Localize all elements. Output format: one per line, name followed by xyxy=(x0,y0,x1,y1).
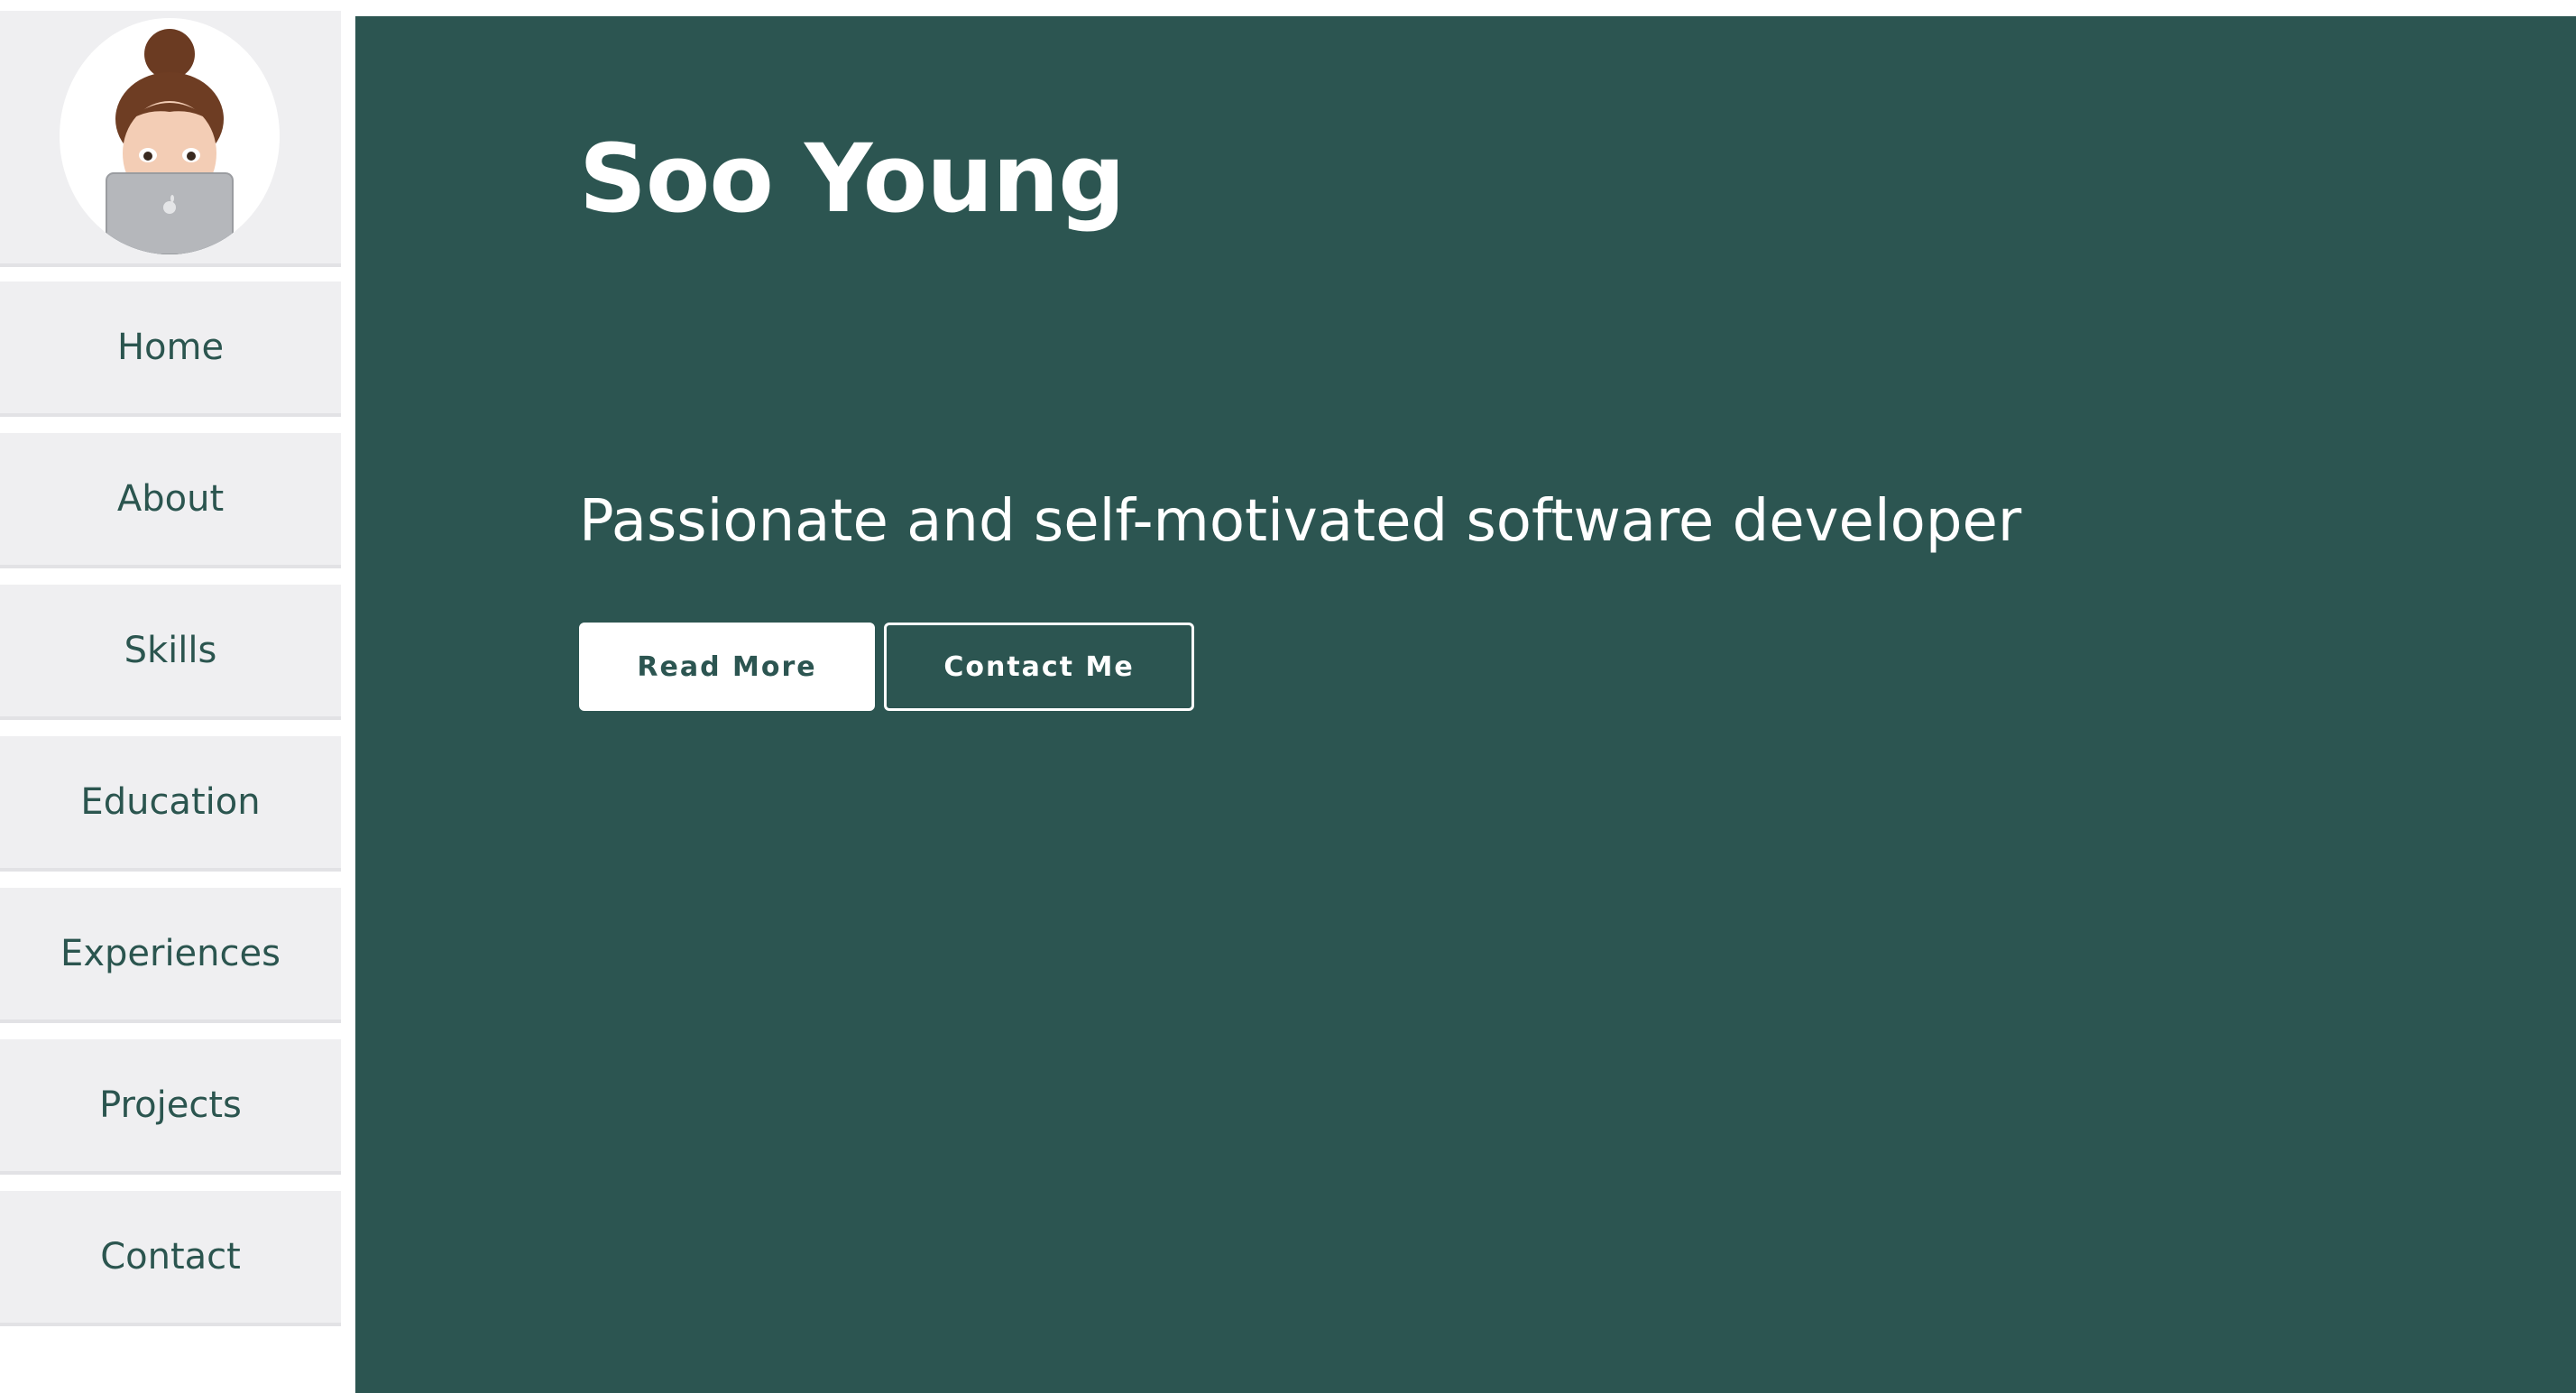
hero-name: Soo Young xyxy=(579,124,1126,234)
sidebar-item-skills[interactable]: Skills xyxy=(0,585,341,720)
contact-me-button[interactable]: Contact Me xyxy=(884,623,1194,711)
sidebar-item-home[interactable]: Home xyxy=(0,281,341,417)
sidebar-item-label: Projects xyxy=(99,1084,242,1126)
sidebar-item-label: Education xyxy=(80,781,261,823)
sidebar-item-label: Contact xyxy=(100,1236,241,1278)
hero-section: Soo Young Passionate and self-motivated … xyxy=(355,16,2576,1393)
sidebar-item-experiences[interactable]: Experiences xyxy=(0,888,341,1023)
sidebar-item-contact[interactable]: Contact xyxy=(0,1191,341,1326)
avatar xyxy=(60,18,280,254)
avatar-container xyxy=(0,11,341,267)
read-more-button[interactable]: Read More xyxy=(579,623,875,711)
sidebar-item-projects[interactable]: Projects xyxy=(0,1039,341,1175)
avatar-memoji-icon xyxy=(97,29,242,254)
sidebar-item-label: Home xyxy=(116,327,225,368)
sidebar-item-label: Experiences xyxy=(60,933,281,974)
sidebar-item-education[interactable]: Education xyxy=(0,736,341,872)
sidebar-item-label: Skills xyxy=(124,630,217,671)
sidebar-item-about[interactable]: About xyxy=(0,433,341,568)
sidebar: Home About Skills Education Experiences … xyxy=(0,11,341,1393)
hero-tagline: Passionate and self-motivated software d… xyxy=(579,488,2022,555)
sidebar-item-label: About xyxy=(116,478,225,520)
